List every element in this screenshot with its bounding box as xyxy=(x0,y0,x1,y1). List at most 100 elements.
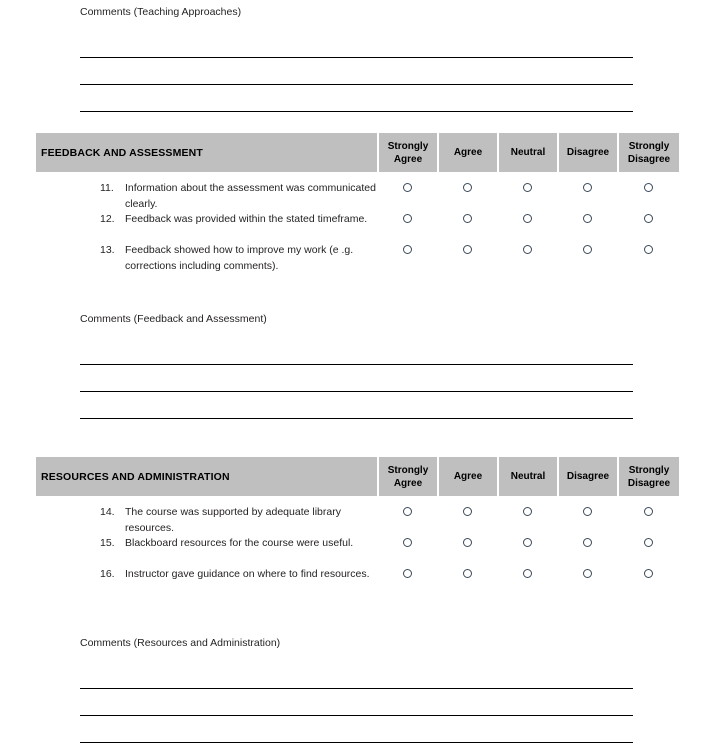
section-title-feedback-and-assessment: FEEDBACK AND ASSESSMENT xyxy=(41,146,203,159)
option-cell-neutral[interactable] xyxy=(497,567,557,578)
option-cell-neutral[interactable] xyxy=(497,243,557,254)
radio-agree[interactable] xyxy=(462,538,472,547)
comment-line[interactable] xyxy=(80,365,633,392)
question-number: 13. xyxy=(100,244,115,256)
radio-disagree[interactable] xyxy=(582,245,592,254)
table-row: 16. Instructor gave guidance on where to… xyxy=(36,567,679,598)
radio-agree[interactable] xyxy=(462,507,472,516)
radio-strongly-agree[interactable] xyxy=(402,245,412,254)
option-cell-strongly-disagree[interactable] xyxy=(617,212,679,223)
radio-strongly-disagree[interactable] xyxy=(643,245,653,254)
comment-line[interactable] xyxy=(80,338,633,365)
column-header-disagree: Disagree xyxy=(557,133,617,172)
radio-neutral[interactable] xyxy=(522,214,532,223)
question-number: 12. xyxy=(100,213,115,225)
option-cell-strongly-agree[interactable] xyxy=(377,536,437,547)
option-cell-disagree[interactable] xyxy=(557,536,617,547)
radio-disagree[interactable] xyxy=(582,569,592,578)
radio-strongly-agree[interactable] xyxy=(402,183,412,192)
radio-disagree[interactable] xyxy=(582,214,592,223)
section-resources-and-administration: RESOURCES AND ADMINISTRATION Strongly Ag… xyxy=(36,457,679,598)
option-cell-strongly-agree[interactable] xyxy=(377,243,437,254)
radio-neutral[interactable] xyxy=(522,183,532,192)
radio-agree[interactable] xyxy=(462,569,472,578)
section-header-row: FEEDBACK AND ASSESSMENT Strongly Agree A… xyxy=(36,133,679,172)
radio-strongly-disagree[interactable] xyxy=(643,214,653,223)
comment-line[interactable] xyxy=(80,58,633,85)
comments-lines-feedback-and-assessment[interactable] xyxy=(80,338,633,419)
option-cell-agree[interactable] xyxy=(437,181,497,192)
option-cell-disagree[interactable] xyxy=(557,212,617,223)
option-cell-disagree[interactable] xyxy=(557,243,617,254)
column-header-disagree: Disagree xyxy=(557,457,617,496)
radio-agree[interactable] xyxy=(462,245,472,254)
option-cell-neutral[interactable] xyxy=(497,212,557,223)
option-cell-agree[interactable] xyxy=(437,567,497,578)
table-row: 14. The course was supported by adequate… xyxy=(36,505,679,536)
radio-neutral[interactable] xyxy=(522,507,532,516)
option-cell-strongly-agree[interactable] xyxy=(377,181,437,192)
option-cell-strongly-disagree[interactable] xyxy=(617,536,679,547)
comment-line[interactable] xyxy=(80,716,633,743)
option-cell-disagree[interactable] xyxy=(557,567,617,578)
option-cell-strongly-disagree[interactable] xyxy=(617,505,679,516)
option-cell-strongly-disagree[interactable] xyxy=(617,181,679,192)
comment-line[interactable] xyxy=(80,689,633,716)
question-text: Blackboard resources for the course were… xyxy=(125,537,354,549)
radio-agree[interactable] xyxy=(462,214,472,223)
option-cell-disagree[interactable] xyxy=(557,505,617,516)
option-cell-strongly-disagree[interactable] xyxy=(617,567,679,578)
comments-label-teaching-approaches: Comments (Teaching Approaches) xyxy=(80,6,242,18)
radio-disagree[interactable] xyxy=(582,183,592,192)
radio-strongly-agree[interactable] xyxy=(402,507,412,516)
radio-strongly-agree[interactable] xyxy=(402,569,412,578)
comment-line[interactable] xyxy=(80,392,633,419)
radio-strongly-disagree[interactable] xyxy=(643,183,653,192)
option-cell-strongly-agree[interactable] xyxy=(377,212,437,223)
column-header-strongly-agree: Strongly Agree xyxy=(377,457,437,496)
table-row: 15. Blackboard resources for the course … xyxy=(36,536,679,567)
option-cell-agree[interactable] xyxy=(437,505,497,516)
option-cell-neutral[interactable] xyxy=(497,505,557,516)
radio-neutral[interactable] xyxy=(522,538,532,547)
column-header-neutral: Neutral xyxy=(497,457,557,496)
option-cell-disagree[interactable] xyxy=(557,181,617,192)
question-list-feedback-and-assessment: 11. Information about the assessment was… xyxy=(36,172,679,274)
question-text: The course was supported by adequate lib… xyxy=(125,506,341,534)
radio-neutral[interactable] xyxy=(522,245,532,254)
radio-agree[interactable] xyxy=(462,183,472,192)
comments-lines-teaching-approaches[interactable] xyxy=(80,31,633,112)
radio-disagree[interactable] xyxy=(582,538,592,547)
option-cell-agree[interactable] xyxy=(437,536,497,547)
radio-strongly-disagree[interactable] xyxy=(643,538,653,547)
question-number: 15. xyxy=(100,537,115,549)
comment-line[interactable] xyxy=(80,85,633,112)
option-cell-agree[interactable] xyxy=(437,243,497,254)
radio-disagree[interactable] xyxy=(582,507,592,516)
column-header-strongly-disagree: Strongly Disagree xyxy=(617,457,679,496)
option-cell-strongly-disagree[interactable] xyxy=(617,243,679,254)
option-cell-neutral[interactable] xyxy=(497,536,557,547)
radio-strongly-disagree[interactable] xyxy=(643,569,653,578)
question-text-cell: 15. Blackboard resources for the course … xyxy=(36,536,377,552)
table-row: 11. Information about the assessment was… xyxy=(36,181,679,212)
comment-line[interactable] xyxy=(80,31,633,58)
radio-neutral[interactable] xyxy=(522,569,532,578)
question-text: Feedback was provided within the stated … xyxy=(125,213,368,225)
question-number: 14. xyxy=(100,506,115,518)
radio-strongly-disagree[interactable] xyxy=(643,507,653,516)
option-cell-strongly-agree[interactable] xyxy=(377,567,437,578)
column-header-strongly-agree: Strongly Agree xyxy=(377,133,437,172)
option-cell-strongly-agree[interactable] xyxy=(377,505,437,516)
survey-form-page: Comments (Teaching Approaches) FEEDBACK … xyxy=(0,0,709,749)
column-header-agree: Agree xyxy=(437,133,497,172)
question-text: Feedback showed how to improve my work (… xyxy=(125,244,354,272)
section-title-resources-and-administration: RESOURCES AND ADMINISTRATION xyxy=(41,470,230,483)
option-cell-neutral[interactable] xyxy=(497,181,557,192)
column-header-neutral: Neutral xyxy=(497,133,557,172)
comments-lines-resources-and-administration[interactable] xyxy=(80,662,633,743)
option-cell-agree[interactable] xyxy=(437,212,497,223)
comment-line[interactable] xyxy=(80,662,633,689)
radio-strongly-agree[interactable] xyxy=(402,538,412,547)
radio-strongly-agree[interactable] xyxy=(402,214,412,223)
